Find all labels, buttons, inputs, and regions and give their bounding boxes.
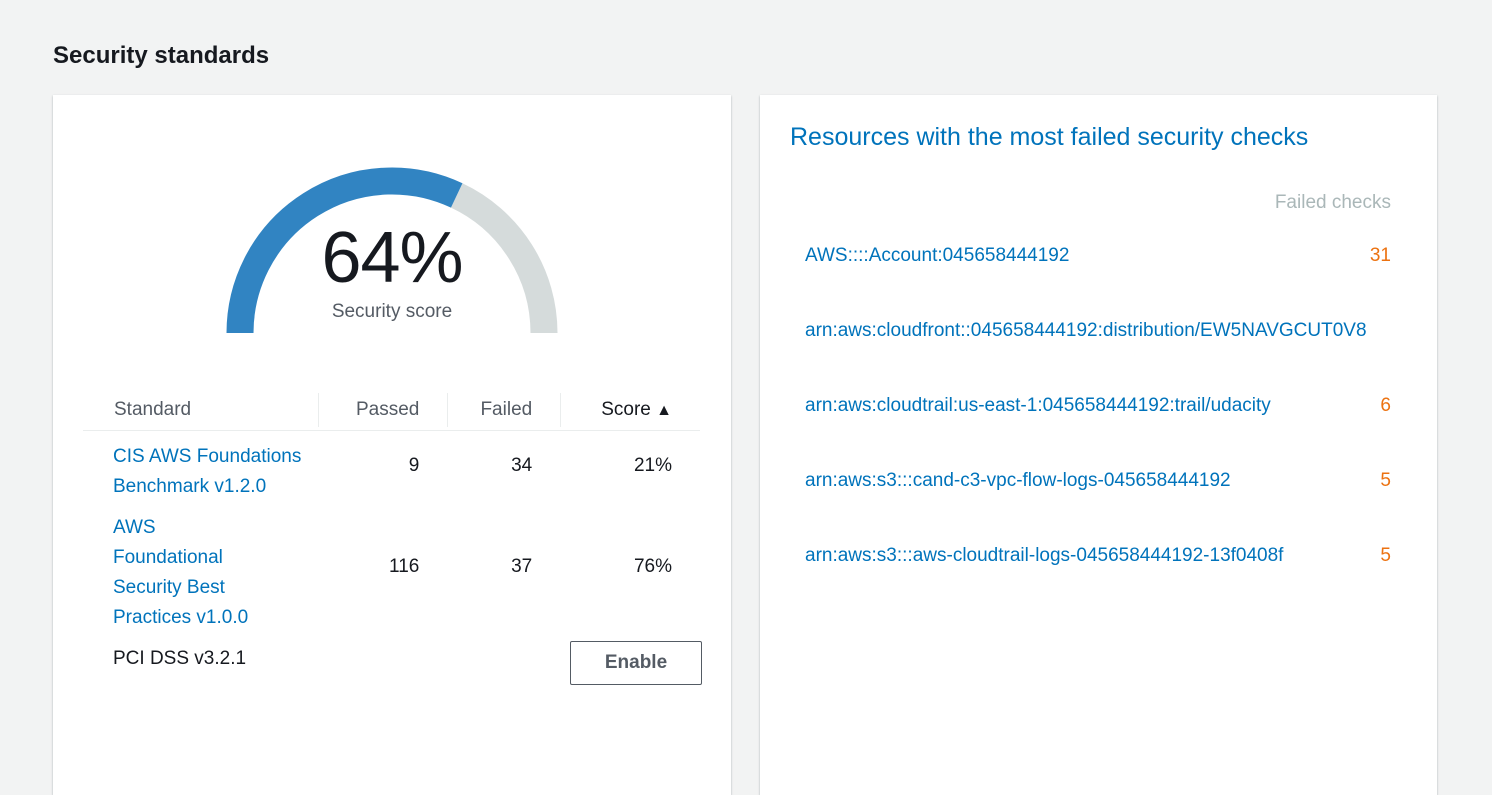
failed-resources-card: Resources with the most failed security … — [760, 95, 1437, 795]
failed-count: 5 — [1380, 545, 1391, 566]
list-item: arn:aws:s3:::cand-c3-vpc-flow-logs-04565… — [805, 470, 1391, 492]
failed-checks-header: Failed checks — [1274, 192, 1391, 213]
header-score-label: Score — [601, 398, 651, 420]
resource-link[interactable]: AWS::::Account:045658444192 — [805, 245, 1069, 266]
standard-link[interactable]: AWS Foundational Security Best Practices… — [83, 502, 318, 633]
list-item: arn:aws:cloudfront::045658444192:distrib… — [805, 320, 1492, 342]
table-row: CIS AWS Foundations Benchmark v1.2.0 9 34 2… — [83, 430, 700, 502]
resource-link[interactable]: arn:aws:cloudtrail:us-east-1:04565844419… — [805, 395, 1271, 416]
resource-link[interactable]: arn:aws:cloudfront::045658444192:distrib… — [805, 320, 1367, 341]
security-score-label: Security score — [331, 301, 453, 322]
passed-count: 116 — [389, 556, 420, 577]
list-item: arn:aws:cloudtrail:us-east-1:04565844419… — [805, 395, 1391, 417]
list-item: arn:aws:s3:::aws-cloudtrail-logs-0456584… — [805, 545, 1391, 567]
failed-count: 37 — [511, 556, 533, 577]
table-row: AWS Foundational Security Best Practices… — [83, 502, 700, 633]
header-standard[interactable]: Standard — [83, 390, 318, 430]
header-score[interactable]: Score ▲ — [560, 390, 700, 430]
table-row: PCI DSS v3.2.1 Enable — [83, 633, 702, 685]
failed-count: 5 — [1380, 470, 1391, 491]
header-passed[interactable]: Passed — [318, 390, 447, 430]
security-standards-card: 64% Security score Standard Passed Faile… — [53, 95, 731, 795]
score-value: 21% — [633, 455, 672, 476]
section-title: Security standards — [53, 42, 270, 69]
standards-table: Standard Passed Failed Score ▲ CIS AWS F… — [83, 390, 702, 685]
resource-link[interactable]: arn:aws:s3:::cand-c3-vpc-flow-logs-04565… — [805, 470, 1231, 491]
failed-count: 34 — [511, 455, 533, 476]
card-title: Resources with the most failed security … — [790, 123, 1309, 151]
score-value: 76% — [633, 556, 672, 577]
triangle-up-icon: ▲ — [656, 401, 672, 419]
header-failed[interactable]: Failed — [447, 390, 560, 430]
standard-link[interactable]: CIS AWS Foundations Benchmark v1.2.0 — [83, 430, 318, 502]
failed-count: 31 — [1369, 245, 1391, 266]
list-item: AWS::::Account:045658444192 31 — [805, 245, 1391, 267]
standard-name: PCI DSS v3.2.1 — [113, 647, 247, 669]
resource-link[interactable]: arn:aws:s3:::aws-cloudtrail-logs-0456584… — [805, 545, 1283, 566]
passed-count: 9 — [408, 455, 420, 476]
enable-button[interactable]: Enable — [570, 640, 702, 685]
failed-count: 6 — [1380, 395, 1391, 416]
security-score-value: 64% — [321, 218, 463, 298]
